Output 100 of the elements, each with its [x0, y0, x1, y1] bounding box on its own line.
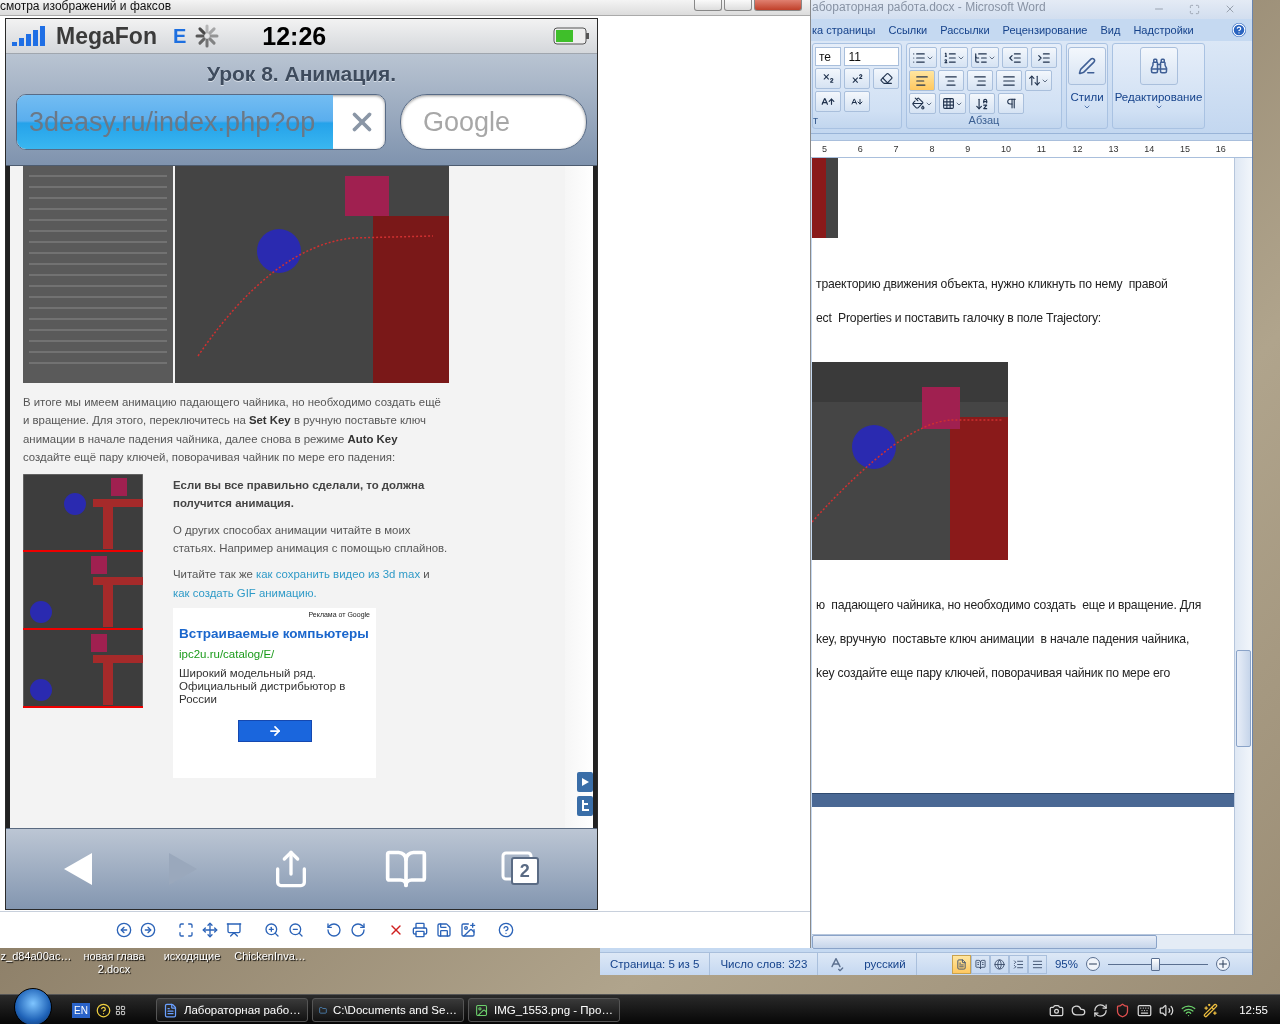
ribbon-tab[interactable]: Надстройки [1133, 24, 1194, 36]
group-label: т [813, 114, 820, 128]
maximize-button[interactable] [724, 0, 752, 11]
styles-button[interactable]: Стили [1067, 44, 1107, 128]
line-spacing-icon[interactable] [1025, 70, 1052, 91]
multilevel-list-icon[interactable] [971, 47, 999, 68]
increase-indent-icon[interactable] [1031, 47, 1057, 68]
ruler-number: 8 [929, 144, 936, 154]
styles-icon[interactable] [1078, 57, 1096, 75]
shading-icon[interactable] [909, 93, 936, 114]
help-icon[interactable] [498, 922, 514, 938]
language-label[interactable]: русский [864, 958, 906, 970]
ruler-number: 10 [1001, 144, 1012, 154]
wand-icon[interactable] [1203, 1002, 1219, 1018]
print-icon[interactable] [412, 922, 428, 938]
desktop-icon-label[interactable]: новая глава 2.docx [78, 950, 150, 976]
editing-button[interactable]: Редактирование [1113, 44, 1204, 128]
zoom-level[interactable]: 95% [1054, 958, 1078, 970]
align-icon[interactable] [967, 70, 993, 91]
ruler-number: 5 [822, 144, 828, 154]
word-count[interactable]: Число слов: 323 [710, 953, 819, 975]
taskbar-button[interactable]: IMG_1553.png - Про… [467, 998, 620, 1022]
rotate-left-icon[interactable] [326, 922, 342, 938]
previous-icon[interactable] [116, 922, 132, 938]
network-icon[interactable] [1181, 1002, 1197, 1018]
document-text: key, вручную поставьте ключ анимации в начале падения чайника, [815, 631, 1191, 648]
page-count[interactable]: Страница: 5 из 5 [600, 953, 711, 975]
ad-arrow-button[interactable] [237, 719, 312, 742]
caret-icon[interactable] [1154, 103, 1163, 111]
pilcrow-icon[interactable] [998, 93, 1024, 114]
fit-icon[interactable] [178, 922, 194, 938]
slideshow-icon[interactable] [226, 922, 242, 938]
align-icon[interactable] [996, 70, 1022, 91]
vertical-scrollbar[interactable] [1234, 158, 1252, 934]
edit-image-icon[interactable] [460, 922, 476, 938]
windows-icon[interactable] [114, 1004, 126, 1016]
zoom-in-icon[interactable] [264, 922, 280, 938]
next-icon[interactable] [140, 922, 156, 938]
document-icon [162, 1002, 178, 1018]
align-icon[interactable] [938, 70, 964, 91]
view-mode-button[interactable] [989, 954, 1009, 974]
view-mode-icon [955, 958, 967, 970]
desktop-icon-label[interactable]: z_d84a00ac… [0, 950, 72, 976]
actual-size-icon[interactable] [202, 922, 218, 938]
shield-icon[interactable] [1115, 1002, 1131, 1018]
taskbar-button[interactable]: C:\Documents and Se… [311, 998, 464, 1022]
zoom-slider-thumb[interactable] [1151, 957, 1160, 971]
minimize-button[interactable] [694, 0, 722, 11]
subscript-icon[interactable] [815, 68, 841, 89]
zoom-out-icon[interactable] [1086, 957, 1100, 971]
ad-title[interactable]: Встраиваемые компьютеры [179, 625, 370, 642]
keyboard-icon[interactable] [1137, 1002, 1153, 1018]
decrease-indent-icon[interactable] [1002, 47, 1028, 68]
bullets-icon[interactable] [909, 47, 937, 68]
view-mode-button[interactable] [951, 954, 971, 974]
ribbon-tab[interactable]: Рассылки [940, 24, 990, 36]
spellcheck-icon[interactable] [828, 956, 845, 972]
view-mode-button[interactable] [970, 954, 990, 974]
view-mode-button[interactable] [1008, 954, 1028, 974]
binoculars-icon[interactable] [1149, 57, 1168, 75]
taskbar-button[interactable]: Лабораторная рабо… [155, 998, 308, 1022]
numbering-icon[interactable] [940, 47, 968, 68]
borders-icon[interactable] [939, 93, 966, 114]
ruler-number: 7 [893, 144, 900, 154]
language-indicator[interactable]: EN [72, 1002, 90, 1018]
ribbon-tab[interactable]: Вид [1100, 24, 1121, 36]
rotate-right-icon[interactable] [350, 922, 366, 938]
grow-font-icon[interactable] [815, 91, 841, 112]
volume-icon[interactable] [1159, 1002, 1175, 1018]
sort-icon[interactable] [969, 93, 995, 114]
sync-icon[interactable] [1093, 1002, 1109, 1018]
shrink-font-icon[interactable] [844, 91, 870, 112]
clear-format-icon[interactable] [873, 68, 899, 89]
align-icon[interactable] [909, 70, 935, 91]
battery-icon [553, 27, 591, 45]
zoom-in-icon[interactable] [1216, 957, 1230, 971]
zoom-out-icon[interactable] [288, 922, 304, 938]
caret-icon[interactable] [1083, 103, 1091, 111]
ad-url[interactable]: ipc2u.ru/catalog/E/ [179, 647, 370, 660]
ruler-number: 12 [1072, 144, 1084, 154]
ad-text: Широкий модельный ряд. Официальный дистрибьютор в России [179, 666, 347, 706]
view-mode-button[interactable] [1027, 954, 1047, 974]
save-icon[interactable] [436, 922, 452, 938]
ribbon-tab[interactable]: Ссылки [888, 24, 928, 36]
carrier-name: MegaFon [56, 22, 157, 50]
font-size-field[interactable]: 11 [844, 47, 899, 66]
superscript-icon[interactable] [844, 68, 870, 89]
network-type: E [172, 24, 187, 48]
start-button[interactable] [14, 988, 52, 1024]
document-text: ect Properties и поставить галочку в поле Trajectory: [815, 310, 1103, 327]
ribbon-tab[interactable]: Рецензирование [1002, 24, 1088, 36]
window-title: смотра изображений и факсов [0, 0, 172, 13]
cloud-icon[interactable] [1071, 1002, 1087, 1018]
font-name-field[interactable]: те [815, 47, 842, 66]
horizontal-scrollbar[interactable] [812, 934, 1252, 949]
ribbon-tab[interactable]: ка страницы [812, 24, 876, 36]
status-time: 12:26 [262, 21, 328, 51]
camera-icon[interactable] [1049, 1002, 1065, 1018]
read-also-text: Читайте так же [173, 568, 254, 581]
video-share-icon[interactable] [577, 772, 593, 792]
